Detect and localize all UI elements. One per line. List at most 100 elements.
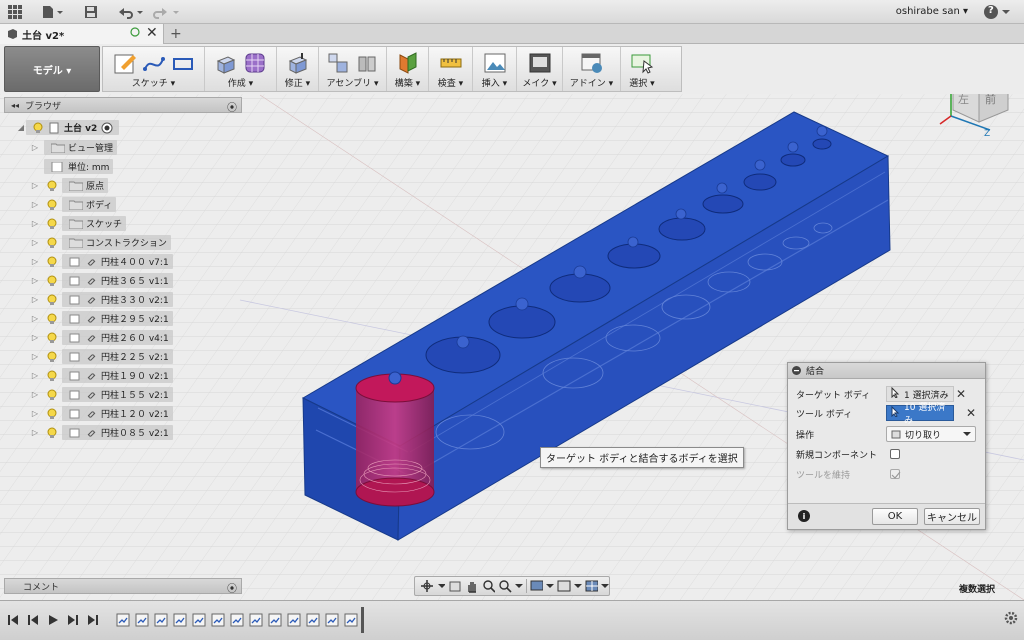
form-icon[interactable]: [243, 51, 267, 75]
help-button[interactable]: ?: [984, 3, 1014, 21]
expand-icon[interactable]: ▷: [30, 200, 40, 209]
document-tab[interactable]: 土台 v2* ✕: [0, 24, 164, 44]
chevron-down-icon[interactable]: [546, 582, 555, 590]
browser-item-folder[interactable]: ▷ コンストラクション: [30, 235, 171, 250]
pan-hand-icon[interactable]: [465, 579, 479, 593]
active-indicator-icon[interactable]: [101, 122, 113, 134]
browser-item-component[interactable]: ▷ 円柱１９０ v2:1: [30, 368, 173, 383]
ribbon-group-insert[interactable]: 挿入 ▾: [473, 47, 517, 91]
chevron-down-icon[interactable]: [601, 582, 610, 590]
timeline-feature-icon[interactable]: [173, 613, 187, 627]
visibility-bulb-icon[interactable]: [46, 180, 58, 192]
expand-icon[interactable]: ▷: [30, 333, 40, 342]
undo-icon[interactable]: [116, 3, 146, 21]
ok-button[interactable]: OK: [872, 508, 918, 525]
look-at-icon[interactable]: [448, 579, 462, 593]
keep-tools-checkbox[interactable]: [890, 469, 901, 479]
timeline-feature-icon[interactable]: [211, 613, 225, 627]
timeline-feature-icon[interactable]: [154, 613, 168, 627]
3d-print-icon[interactable]: [528, 51, 552, 75]
close-tab-icon[interactable]: ✕: [146, 25, 158, 41]
selected-cylinder[interactable]: [355, 371, 435, 507]
cancel-button[interactable]: キャンセル: [924, 508, 980, 525]
chevron-down-icon[interactable]: [573, 582, 582, 590]
visibility-bulb-icon[interactable]: [46, 370, 58, 382]
scripts-addins-icon[interactable]: [580, 51, 604, 75]
timeline-last-icon[interactable]: [86, 613, 100, 627]
visibility-bulb-icon[interactable]: [46, 199, 58, 211]
clear-tool-icon[interactable]: ✕: [966, 406, 976, 420]
ribbon-group-inspect[interactable]: 検査 ▾: [429, 47, 473, 91]
file-menu-icon[interactable]: [42, 3, 64, 21]
visibility-bulb-icon[interactable]: [32, 122, 44, 134]
timeline-marker[interactable]: [361, 607, 364, 633]
timeline-feature-icon[interactable]: [268, 613, 282, 627]
create-sketch-icon[interactable]: [113, 51, 137, 75]
expand-icon[interactable]: ▷: [30, 238, 40, 247]
ribbon-group-sketch[interactable]: スケッチ ▾: [103, 47, 205, 91]
browser-item-component[interactable]: ▷ 円柱２６０ v4:1: [30, 330, 173, 345]
expand-icon[interactable]: ▷: [30, 409, 40, 418]
new-tab-button[interactable]: +: [170, 26, 182, 42]
browser-item-units[interactable]: 単位: mm: [44, 159, 114, 174]
display-settings-icon[interactable]: [530, 579, 544, 593]
ribbon-group-create[interactable]: 作成 ▾: [205, 47, 277, 91]
comments-panel[interactable]: コメント ⦿: [4, 578, 242, 595]
collapse-browser-icon[interactable]: ◂◂: [11, 101, 19, 110]
app-grid-icon[interactable]: [8, 3, 22, 21]
visibility-bulb-icon[interactable]: [46, 313, 58, 325]
rectangle-icon[interactable]: [171, 51, 195, 75]
expand-icon[interactable]: ▷: [30, 390, 40, 399]
expand-icon[interactable]: ▷: [30, 143, 40, 152]
timeline-feature-icon[interactable]: [116, 613, 130, 627]
timeline-feature-icon[interactable]: [249, 613, 263, 627]
timeline-feature-icon[interactable]: [135, 613, 149, 627]
insert-image-icon[interactable]: [483, 51, 507, 75]
timeline-feature-icon[interactable]: [306, 613, 320, 627]
timeline-feature-icon[interactable]: [287, 613, 301, 627]
offset-plane-icon[interactable]: [396, 51, 420, 75]
grid-settings-icon[interactable]: [557, 579, 571, 593]
timeline-settings-icon[interactable]: [1004, 611, 1018, 625]
ribbon-group-construct[interactable]: 構築 ▾: [387, 47, 429, 91]
measure-icon[interactable]: [439, 51, 463, 75]
browser-item-folder[interactable]: ▷ ボディ: [30, 197, 117, 212]
orbit-icon[interactable]: [419, 579, 435, 593]
info-icon[interactable]: i: [798, 510, 810, 522]
ribbon-group-addins[interactable]: アドイン ▾: [563, 47, 621, 91]
visibility-bulb-icon[interactable]: [46, 218, 58, 230]
timeline-play-icon[interactable]: [46, 613, 60, 627]
panel-pin-icon[interactable]: ⦿: [227, 580, 237, 595]
ribbon-group-select[interactable]: 選択 ▾: [621, 47, 663, 91]
dialog-header[interactable]: 結合: [788, 363, 985, 379]
browser-panel-header[interactable]: ◂◂ ブラウザ ⦿: [4, 97, 242, 114]
browser-item-folder[interactable]: ▷ 原点: [30, 178, 109, 193]
browser-item-component[interactable]: ▷ 円柱１２０ v2:1: [30, 406, 173, 421]
viewports-icon[interactable]: [585, 579, 599, 593]
expand-icon[interactable]: ▷: [30, 257, 40, 266]
browser-item-component[interactable]: ▷ 円柱２２５ v2:1: [30, 349, 173, 364]
panel-pin-icon[interactable]: ⦿: [227, 99, 237, 114]
expand-icon[interactable]: ▷: [30, 428, 40, 437]
expand-icon[interactable]: ▷: [30, 276, 40, 285]
joint-icon[interactable]: [355, 51, 379, 75]
spline-icon[interactable]: [142, 51, 166, 75]
browser-item-component[interactable]: ▷ 円柱２９５ v2:1: [30, 311, 173, 326]
timeline-feature-icon[interactable]: [192, 613, 206, 627]
expand-icon[interactable]: ▷: [30, 219, 40, 228]
browser-item-component[interactable]: ▷ 円柱０８５ v2:1: [30, 425, 173, 440]
expand-icon[interactable]: ▷: [30, 352, 40, 361]
zoom-window-icon[interactable]: [482, 579, 496, 593]
redo-icon[interactable]: [152, 3, 182, 21]
browser-item-component[interactable]: ▷ 円柱１５５ v2:1: [30, 387, 173, 402]
visibility-bulb-icon[interactable]: [46, 332, 58, 344]
visibility-bulb-icon[interactable]: [46, 275, 58, 287]
tool-body-selector[interactable]: 10 選択済み: [886, 403, 954, 426]
operation-select[interactable]: 切り取り: [886, 426, 976, 442]
workspace-switcher[interactable]: モデル ▾: [4, 46, 100, 92]
save-icon[interactable]: [84, 3, 98, 21]
chevron-down-icon[interactable]: [514, 582, 523, 590]
zoom-icon[interactable]: [498, 579, 512, 593]
clear-target-icon[interactable]: ✕: [956, 387, 966, 401]
select-icon[interactable]: [630, 51, 654, 75]
